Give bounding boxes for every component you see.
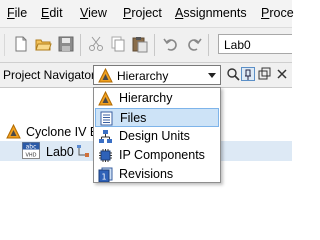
search-icon[interactable]	[226, 67, 240, 81]
entity-icon: abc VHD	[22, 142, 40, 159]
project-navigator-header: Project Navigator Hierarchy	[0, 63, 292, 88]
menu-assignments-rest: ssignments	[183, 6, 247, 20]
device-icon	[6, 124, 21, 139]
dropdown-item-label: Design Units	[119, 129, 190, 143]
entity-label: Lab0	[46, 145, 74, 159]
copy-icon[interactable]	[109, 35, 127, 53]
hierarchy-icon	[98, 68, 113, 83]
menu-bar: File Edit View Project Assignments Proce	[0, 0, 294, 28]
close-icon[interactable]	[275, 67, 289, 81]
dropdown-item-label: Hierarchy	[119, 91, 173, 105]
restore-icon[interactable]	[257, 67, 271, 81]
menu-view[interactable]: View	[80, 6, 107, 20]
dropdown-item-label: Files	[120, 111, 147, 125]
toolbar-separator	[80, 34, 81, 56]
menu-assignments[interactable]: Assignments	[175, 6, 247, 20]
open-folder-icon[interactable]	[34, 35, 52, 53]
top-level-entity-value: Lab0	[224, 38, 251, 52]
svg-text:VHD: VHD	[25, 153, 36, 159]
menu-edit-rest: dit	[49, 6, 63, 20]
view-selector-dropdown: Hierarchy Files Design Units IP Componen…	[93, 87, 221, 183]
menu-processing-rest: roce	[269, 6, 294, 20]
paste-icon[interactable]	[131, 35, 149, 53]
files-icon	[100, 111, 113, 126]
top-level-entity-field[interactable]: Lab0	[218, 34, 292, 54]
pin-icon[interactable]	[241, 67, 255, 81]
dropdown-item-label: IP Components	[119, 148, 205, 162]
toolbar-separator	[208, 34, 209, 56]
menu-file[interactable]: File	[7, 6, 27, 20]
menu-project-rest: roject	[131, 6, 162, 20]
menu-view-rest: iew	[88, 6, 107, 20]
svg-text:1: 1	[101, 173, 106, 182]
design-units-icon	[99, 130, 112, 143]
entity-badge: abc	[26, 144, 37, 151]
toolbar: Lab0	[0, 28, 292, 63]
dropdown-item-revisions[interactable]: 1 Revisions	[95, 165, 219, 184]
dropdown-item-files[interactable]: Files	[95, 108, 219, 127]
toolbar-grip	[4, 34, 5, 56]
dropdown-item-label: Revisions	[119, 167, 174, 181]
chevron-down-icon[interactable]	[208, 73, 216, 78]
new-file-icon[interactable]	[12, 35, 30, 53]
menu-project[interactable]: Project	[123, 6, 162, 20]
menu-file-rest: ile	[14, 6, 28, 20]
ip-components-icon	[99, 149, 112, 162]
project-navigator-title: Project Navigator	[3, 68, 96, 82]
view-selector-value: Hierarchy	[117, 69, 169, 83]
hierarchy-link-icon	[77, 145, 89, 157]
device-label: Cyclone IV E	[26, 125, 99, 139]
dropdown-item-hierarchy[interactable]: Hierarchy	[95, 89, 219, 108]
menu-edit[interactable]: Edit	[41, 6, 63, 20]
dropdown-item-ip-components[interactable]: IP Components	[95, 146, 219, 165]
dropdown-item-design-units[interactable]: Design Units	[95, 127, 219, 146]
revisions-icon: 1	[98, 167, 113, 182]
undo-icon[interactable]	[162, 35, 180, 53]
cut-icon[interactable]	[87, 35, 105, 53]
redo-icon[interactable]	[185, 35, 203, 53]
view-selector[interactable]: Hierarchy	[93, 65, 221, 85]
menu-processing[interactable]: Proce	[261, 6, 294, 20]
toolbar-separator	[154, 34, 155, 56]
save-icon[interactable]	[57, 35, 75, 53]
hierarchy-icon	[98, 91, 113, 106]
